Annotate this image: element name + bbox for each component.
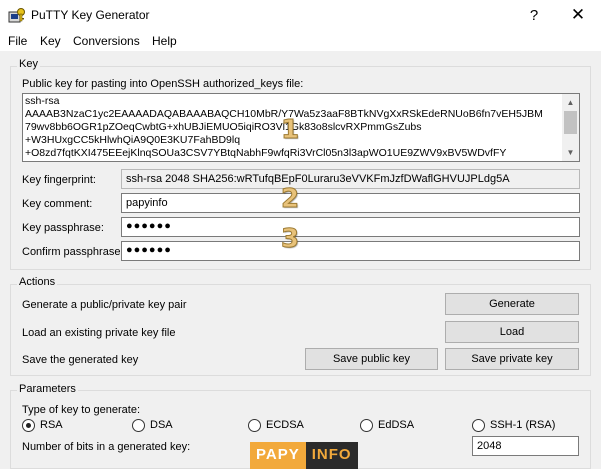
radio-dsa[interactable]: DSA xyxy=(132,418,173,432)
fingerprint-label: Key fingerprint: xyxy=(22,174,96,186)
scroll-up-icon[interactable]: ▲ xyxy=(562,94,579,111)
fingerprint-field[interactable]: ssh-rsa 2048 SHA256:wRTufqBEpF0Luraru3eV… xyxy=(121,169,580,189)
public-key-label: Public key for pasting into OpenSSH auth… xyxy=(22,78,304,90)
load-text: Load an existing private key file xyxy=(22,327,176,339)
watermark-part2: INFO xyxy=(305,442,358,469)
radio-checked-icon[interactable] xyxy=(22,418,35,432)
passphrase-label: Key passphrase: xyxy=(22,222,104,234)
radio-unchecked-icon[interactable] xyxy=(472,418,485,432)
annotation-1: 1 xyxy=(280,115,300,145)
key-passphrase-input[interactable]: ●●●●●● xyxy=(121,217,580,237)
confirm-label: Confirm passphrase: xyxy=(22,246,124,258)
key-scrollbar[interactable]: ▲ ▼ xyxy=(562,94,579,161)
radio-ssh1-label: SSH-1 (RSA) xyxy=(490,419,556,431)
menu-help[interactable]: Help xyxy=(152,34,177,48)
window-title: PuTTY Key Generator xyxy=(31,8,150,22)
annotation-2: 2 xyxy=(280,184,300,214)
save-private-key-button[interactable]: Save private key xyxy=(445,348,579,370)
bits-label: Number of bits in a generated key: xyxy=(22,441,191,453)
radio-unchecked-icon[interactable] xyxy=(248,418,261,432)
radio-ecdsa[interactable]: ECDSA xyxy=(248,418,304,432)
menu-key[interactable]: Key xyxy=(40,34,61,48)
radio-eddsa[interactable]: EdDSA xyxy=(360,418,414,432)
radio-ssh1-rsa[interactable]: SSH-1 (RSA) xyxy=(472,418,555,432)
save-text: Save the generated key xyxy=(22,354,139,366)
key-group-label: Key xyxy=(17,58,40,70)
radio-ecdsa-label: ECDSA xyxy=(266,419,304,431)
parameters-group-label: Parameters xyxy=(17,383,78,395)
radio-unchecked-icon[interactable] xyxy=(360,418,373,432)
help-button[interactable]: ? xyxy=(512,2,556,28)
annotation-3: 3 xyxy=(280,224,300,254)
menu-file[interactable]: File xyxy=(8,34,27,48)
key-type-label: Type of key to generate: xyxy=(22,404,141,416)
radio-eddsa-label: EdDSA xyxy=(378,419,415,431)
radio-rsa-label: RSA xyxy=(40,419,63,431)
comment-label: Key comment: xyxy=(22,198,93,210)
scroll-thumb[interactable] xyxy=(564,111,577,134)
actions-group-label: Actions xyxy=(17,276,58,288)
menu-conversions[interactable]: Conversions xyxy=(73,34,140,48)
load-button[interactable]: Load xyxy=(445,321,579,343)
key-comment-input[interactable]: papyinfo xyxy=(121,193,580,213)
generate-text: Generate a public/private key pair xyxy=(22,299,187,311)
watermark-part1: PAPY xyxy=(250,442,306,469)
menu-bar: File Key Conversions Help xyxy=(0,31,601,51)
papyinfo-watermark: PAPY INFO xyxy=(250,442,358,469)
close-button[interactable]: ✕ xyxy=(556,2,600,28)
radio-unchecked-icon[interactable] xyxy=(132,418,145,432)
title-bar: PuTTY Key Generator ? ✕ xyxy=(0,0,601,31)
confirm-passphrase-input[interactable]: ●●●●●● xyxy=(121,241,580,261)
radio-rsa[interactable]: RSA xyxy=(22,418,63,432)
generate-button[interactable]: Generate xyxy=(445,293,579,315)
putty-keygen-icon xyxy=(8,8,25,23)
save-public-key-button[interactable]: Save public key xyxy=(305,348,438,370)
radio-dsa-label: DSA xyxy=(150,419,173,431)
public-key-textarea[interactable]: ssh-rsa AAAAB3NzaC1yc2EAAAADAQABAAABAQCH… xyxy=(22,93,580,162)
scroll-down-icon[interactable]: ▼ xyxy=(562,144,579,161)
bits-input[interactable]: 2048 xyxy=(472,436,579,456)
public-key-line: ssh-rsa xyxy=(25,95,60,107)
public-key-line: +O8zd7fqtKXI475EEejKlnqSOUa3CSV7YBtqNabh… xyxy=(25,147,507,159)
